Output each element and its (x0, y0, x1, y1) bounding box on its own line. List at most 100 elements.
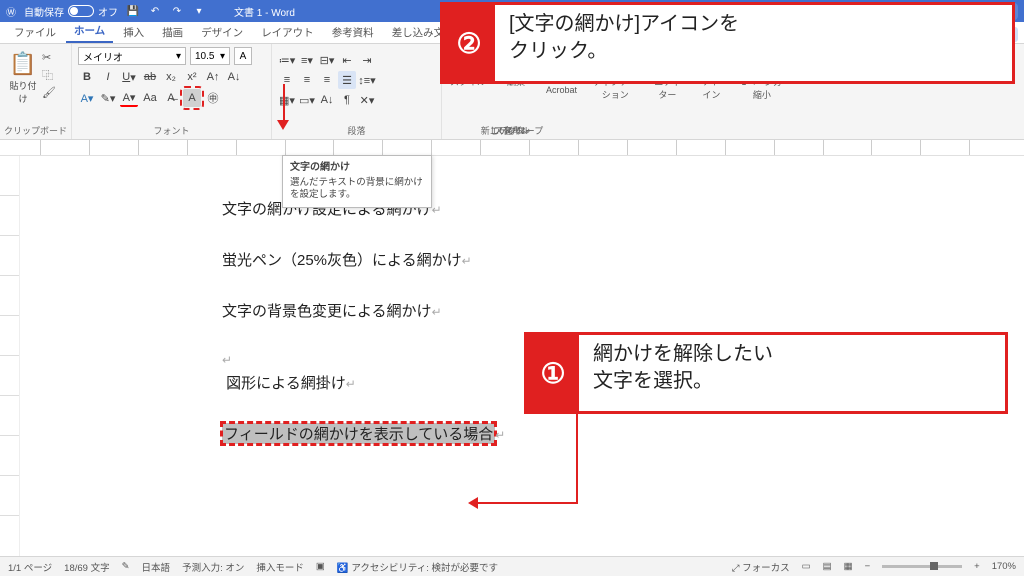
status-predictive[interactable]: 予測入力: オン (182, 560, 244, 574)
clear-formatting-button[interactable]: A̶ (162, 89, 180, 107)
autosave-label: 自動保存 (24, 4, 64, 19)
selected-text[interactable]: フィールドの網かけを表示している場合 (222, 423, 495, 444)
tooltip-title: 文字の網かけ (290, 161, 424, 175)
return-mark: ↵ (346, 377, 356, 391)
view-print-icon[interactable]: ▤ (823, 561, 832, 572)
status-focus[interactable]: ⤢ フォーカス (732, 560, 790, 574)
status-language[interactable]: 日本語 (142, 560, 171, 574)
clipboard-icon: 📋 (6, 51, 40, 77)
grow-font-button[interactable]: A↑ (204, 68, 222, 86)
autosave-state: オフ (98, 4, 118, 19)
callout-2: ② [文字の網かけ]アイコンを クリック。 (440, 2, 1015, 84)
doc-line-selected[interactable]: フィールドの網かけを表示している場合↵ (222, 421, 996, 446)
doc-line[interactable]: 文字の背景色変更による網かけ↵ (222, 298, 996, 323)
status-macro-icon[interactable]: ▣ (316, 561, 325, 572)
qat-dropdown-icon[interactable]: ▾ (192, 6, 206, 17)
shrink-font-button[interactable]: A↓ (225, 68, 243, 86)
toggle-off-icon[interactable] (68, 5, 94, 17)
bullets-button[interactable]: ≔▾ (278, 51, 296, 69)
tab-home[interactable]: ホーム (66, 20, 113, 43)
align-left-button[interactable]: ≡ (278, 71, 296, 89)
align-right-button[interactable]: ≡ (318, 71, 336, 89)
horizontal-ruler[interactable] (0, 140, 1024, 156)
tab-insert[interactable]: 挿入 (115, 22, 152, 43)
format-painter-icon[interactable]: 🖌 (42, 86, 56, 99)
highlight-button[interactable]: ✎▾ (99, 89, 117, 107)
status-proofing-icon[interactable]: ✎ (122, 561, 130, 572)
font-size-combo[interactable]: 10.5▾ (190, 47, 230, 65)
doc-line[interactable]: 蛍光ペン（25%灰色）による網かけ↵ (222, 247, 996, 272)
decrease-indent-button[interactable]: ⇤ (338, 51, 356, 69)
callout-text: [文字の網かけ]アイコンを クリック。 (495, 5, 753, 81)
return-mark: ↵ (462, 254, 472, 268)
enclose-characters-button[interactable]: ㊥ (204, 89, 222, 107)
bold-button[interactable]: B (78, 68, 96, 86)
callout-number: ② (443, 5, 495, 81)
view-read-icon[interactable]: ▭ (802, 561, 811, 572)
arrowhead-icon (468, 497, 478, 509)
show-marks-button[interactable]: ¶ (338, 91, 356, 109)
tooltip-body: 選んだテキストの背景に網かけを設定します。 (290, 177, 424, 203)
status-accessibility[interactable]: ♿ アクセシビリティ: 検討が必要です (337, 560, 498, 574)
annotation-arrow-1a (576, 414, 578, 504)
tab-references[interactable]: 参考資料 (324, 22, 382, 43)
font-name-combo[interactable]: メイリオ▾ (78, 47, 186, 65)
line-spacing-button[interactable]: ↕≡▾ (358, 71, 376, 89)
tab-design[interactable]: デザイン (193, 22, 251, 43)
asian-layout-button[interactable]: ✕▾ (358, 91, 376, 109)
multilevel-list-button[interactable]: ⊟▾ (318, 51, 336, 69)
chevron-down-icon: ▾ (220, 51, 225, 62)
status-page[interactable]: 1/1 ページ (8, 560, 52, 574)
paste-button[interactable]: 📋 貼り付け (6, 47, 40, 105)
subscript-button[interactable]: x₂ (162, 68, 180, 86)
numbering-button[interactable]: ≡▾ (298, 51, 316, 69)
chevron-down-icon: ▾ (176, 51, 181, 62)
status-word-count[interactable]: 18/69 文字 (64, 560, 109, 574)
tab-file[interactable]: ファイル (6, 22, 64, 43)
save-icon[interactable]: 💾 (126, 6, 140, 17)
phonetic-guide-button[interactable]: Aa (141, 89, 159, 107)
word-app-icon: Ⓦ (6, 4, 16, 19)
return-mark: ↵ (432, 203, 442, 217)
zoom-in-button[interactable]: + (974, 561, 980, 572)
sort-button[interactable]: A↓ (318, 91, 336, 109)
annotation-arrow-1b (478, 502, 578, 504)
change-case-button[interactable]: A (234, 47, 252, 65)
superscript-button[interactable]: x² (183, 68, 201, 86)
arrowhead-icon (277, 120, 289, 130)
zoom-level[interactable]: 170% (992, 561, 1016, 572)
callout-text: 網かけを解除したい 文字を選択。 (579, 335, 787, 411)
character-shading-tooltip: 文字の網かけ 選んだテキストの背景に網かけを設定します。 (282, 155, 432, 208)
tab-draw[interactable]: 描画 (154, 22, 191, 43)
vertical-ruler[interactable] (0, 156, 20, 556)
tab-layout[interactable]: レイアウト (253, 22, 322, 43)
character-shading-button[interactable]: A (183, 89, 201, 107)
copy-icon[interactable]: ⿻ (42, 67, 56, 83)
align-center-button[interactable]: ≡ (298, 71, 316, 89)
return-mark: ↵ (222, 353, 232, 367)
zoom-slider[interactable] (882, 565, 962, 568)
zoom-out-button[interactable]: − (865, 561, 871, 572)
status-insert-mode[interactable]: 挿入モード (256, 560, 304, 574)
text-effects-button[interactable]: A▾ (78, 89, 96, 107)
redo-icon[interactable]: ↷ (170, 6, 184, 17)
undo-icon[interactable]: ↶ (148, 6, 162, 17)
justify-button[interactable]: ☰ (338, 71, 356, 89)
quick-access-toolbar: 💾 ↶ ↷ ▾ (126, 6, 206, 17)
autosave-toggle[interactable]: 自動保存 オフ (24, 4, 118, 19)
increase-indent-button[interactable]: ⇥ (358, 51, 376, 69)
font-color-button[interactable]: A▾ (120, 89, 138, 107)
strikethrough-button[interactable]: ab (141, 68, 159, 86)
return-mark: ↵ (495, 428, 505, 442)
view-web-icon[interactable]: ▦ (844, 561, 853, 572)
callout-1: ① 網かけを解除したい 文字を選択。 (524, 332, 1008, 414)
italic-button[interactable]: I (99, 68, 117, 86)
status-bar: 1/1 ページ 18/69 文字 ✎ 日本語 予測入力: オン 挿入モード ▣ … (0, 556, 1024, 576)
cut-icon[interactable]: ✂ (42, 51, 56, 64)
paste-label: 貼り付け (9, 81, 36, 104)
underline-button[interactable]: U▾ (120, 68, 138, 86)
return-mark: ↵ (432, 305, 442, 319)
annotation-arrow-2 (283, 84, 285, 122)
borders-button[interactable]: ▭▾ (298, 91, 316, 109)
shading-button[interactable]: ▦▾ (278, 91, 296, 109)
